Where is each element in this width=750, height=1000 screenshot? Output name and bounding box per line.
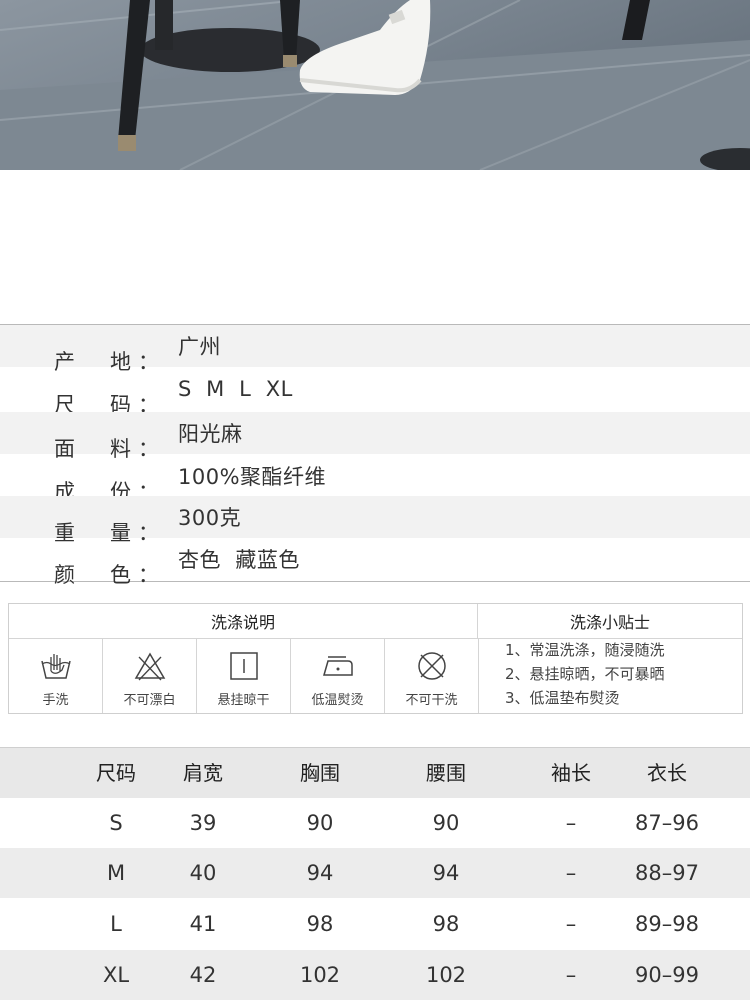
info-row-fabric: 面 料 ： 阳光麻: [0, 412, 750, 461]
cell-size: M: [106, 861, 126, 885]
cell-shoulder: 40: [189, 861, 217, 885]
hang-dry-icon: [197, 651, 290, 681]
info-value-color: 杏色 藏蓝色: [178, 548, 300, 572]
info-row-composition: 成 份 ： 100%聚酯纤维: [0, 455, 750, 504]
wash-tip: 2、悬挂晾晒，不可暴晒: [505, 665, 665, 683]
wash-item-label: 手洗: [42, 693, 69, 708]
info-colon: ：: [138, 563, 159, 587]
hand-wash-icon: [9, 651, 102, 681]
table-row: XL 42 102 102 – 90–99: [0, 950, 750, 1000]
header-size: 尺码: [96, 761, 136, 785]
wash-item-low-iron: 低温熨烫: [291, 639, 385, 713]
header-sleeve: 袖长: [551, 761, 591, 785]
wash-tips-list: 1、常温洗涤，随浸随洗 2、悬挂晾晒，不可暴晒 3、低温垫布熨烫: [505, 638, 665, 710]
table-row: M 40 94 94 – 88–97: [0, 848, 750, 898]
info-row-origin: 产 地 ： 广州: [0, 325, 750, 374]
wash-item-label: 不可漂白: [123, 693, 176, 708]
wash-item-hang-dry: 悬挂晾干: [197, 639, 291, 713]
header-shoulder: 肩宽: [183, 761, 223, 785]
cell-sleeve: –: [565, 811, 577, 835]
cell-sleeve: –: [565, 861, 577, 885]
wash-item-label: 低温熨烫: [311, 693, 364, 708]
wash-item-label: 悬挂晾干: [217, 693, 270, 708]
info-value-origin: 广州: [178, 335, 221, 359]
iron-icon: [291, 651, 384, 681]
cell-sleeve: –: [565, 912, 577, 936]
info-row-size: 尺 码 ： S M L XL: [0, 368, 750, 417]
cell-chest: 102: [299, 963, 341, 987]
info-value-size: S M L XL: [178, 377, 293, 401]
cell-length: 88–97: [635, 861, 699, 885]
wash-item-no-bleach: 不可漂白: [103, 639, 197, 713]
wash-item-label: 不可干洗: [405, 693, 458, 708]
header-waist: 腰围: [426, 761, 466, 785]
no-bleach-icon: [103, 651, 196, 681]
wash-tip: 3、低温垫布熨烫: [505, 689, 620, 707]
cell-length: 87–96: [635, 811, 699, 835]
cell-sleeve: –: [565, 963, 577, 987]
table-row: L 41 98 98 – 89–98: [0, 899, 750, 949]
cell-size: S: [109, 811, 123, 835]
cell-waist: 102: [425, 963, 467, 987]
cell-waist: 90: [432, 811, 460, 835]
wash-item-no-dry-clean: 不可干洗: [385, 639, 479, 713]
cell-chest: 98: [306, 912, 334, 936]
info-value-weight: 300克: [178, 506, 242, 530]
cell-chest: 90: [306, 811, 334, 835]
cell-chest: 94: [306, 861, 334, 885]
no-dry-clean-icon: [385, 651, 478, 681]
cell-size: L: [110, 912, 122, 936]
wash-instructions-title: 洗涤说明: [9, 604, 478, 639]
wash-item-hand-wash: 手洗: [9, 639, 103, 713]
info-label-char: 颜: [54, 563, 75, 587]
info-value-fabric: 阳光麻: [178, 422, 243, 446]
info-row-color: 颜 色 ： 杏色 藏蓝色: [0, 538, 750, 587]
header-length: 衣长: [647, 761, 687, 785]
wash-tips-title: 洗涤小贴士: [478, 604, 742, 639]
wash-tip: 1、常温洗涤，随浸随洗: [505, 641, 665, 659]
cell-length: 90–99: [635, 963, 699, 987]
cell-shoulder: 41: [189, 912, 217, 936]
cell-size: XL: [102, 963, 130, 987]
cell-shoulder: 42: [189, 963, 217, 987]
info-row-weight: 重 量 ： 300克: [0, 496, 750, 545]
info-value-composition: 100%聚酯纤维: [178, 465, 327, 489]
size-table-header: 尺码 肩宽 胸围 腰围 袖长 衣长: [0, 747, 750, 798]
product-info-list: 产 地 ： 广州 尺 码 ： S M L XL 面 料 ： 阳光麻 成 份 ： …: [0, 324, 750, 587]
cell-waist: 94: [432, 861, 460, 885]
cell-shoulder: 39: [189, 811, 217, 835]
product-photo: [0, 0, 750, 170]
cell-waist: 98: [432, 912, 460, 936]
size-table: 尺码 肩宽 胸围 腰围 袖长 衣长 S 39 90 90 – 87–96 M 4…: [0, 747, 750, 1000]
header-chest: 胸围: [300, 761, 340, 785]
cell-length: 89–98: [635, 912, 699, 936]
table-row: S 39 90 90 – 87–96: [0, 798, 750, 848]
info-label-char: 色: [110, 563, 131, 587]
